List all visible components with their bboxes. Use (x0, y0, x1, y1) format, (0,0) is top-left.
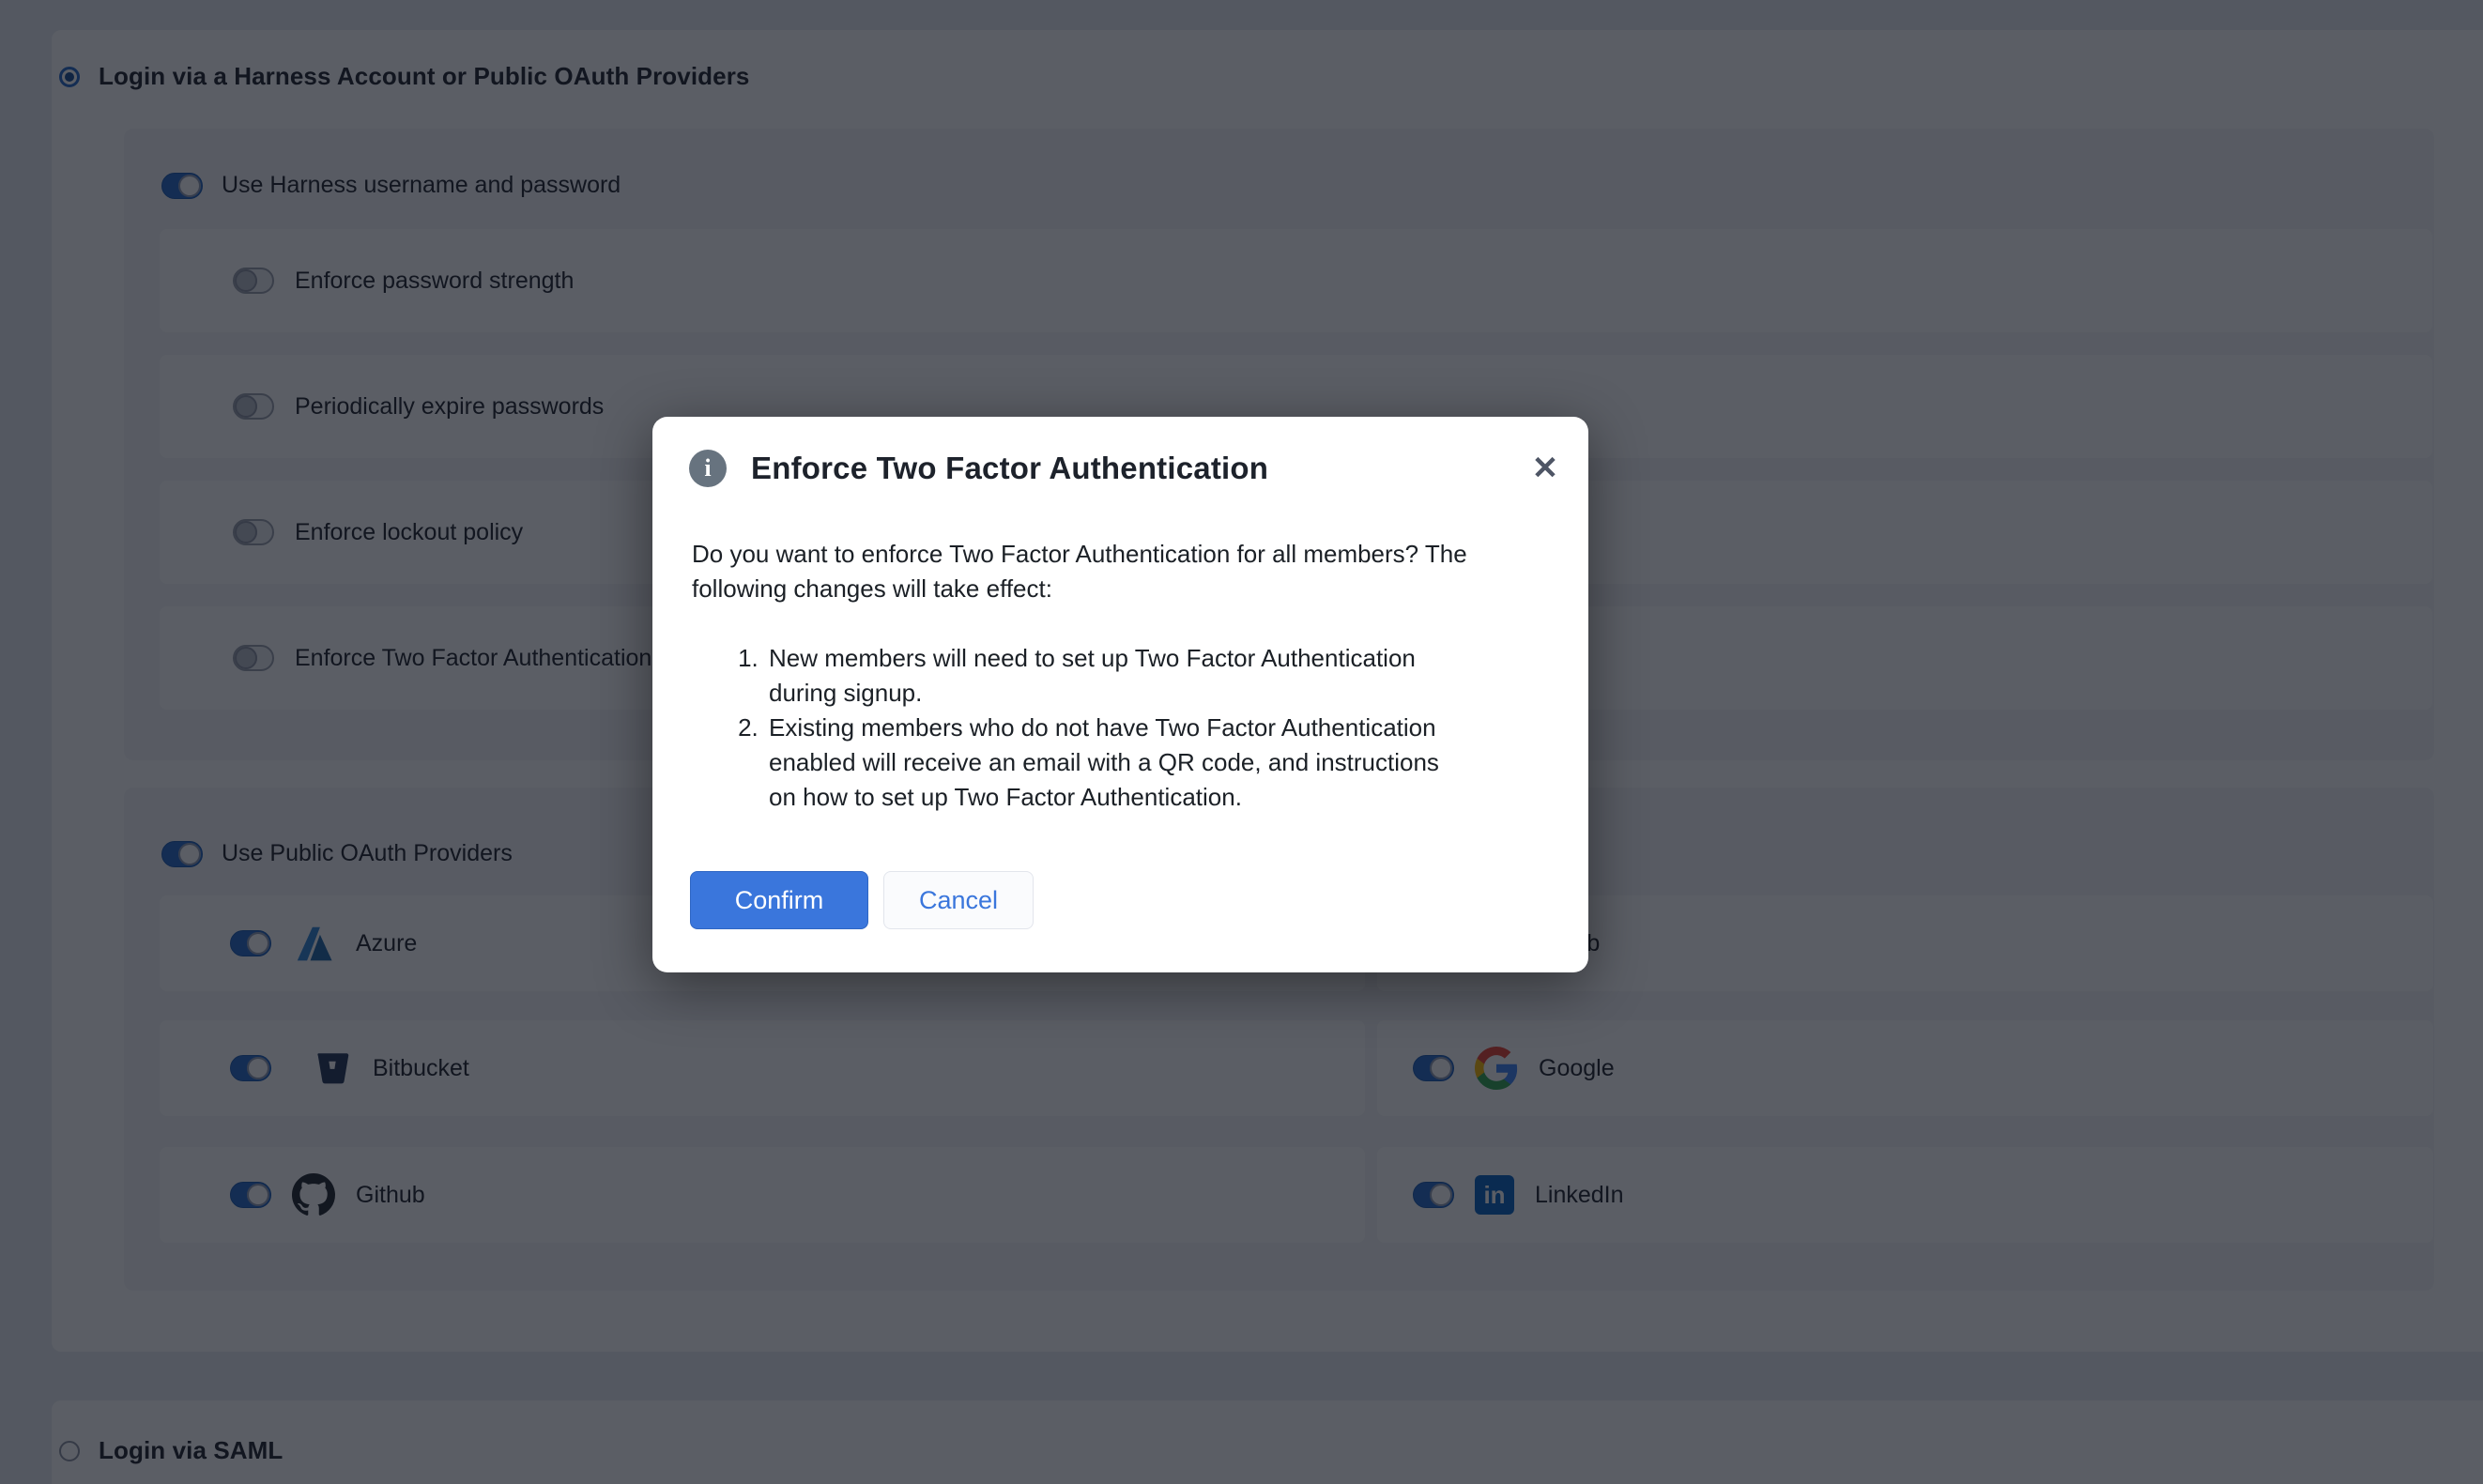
modal-list-item: Existing members who do not have Two Fac… (765, 711, 1443, 815)
info-icon: i (689, 450, 727, 487)
modal-title: Enforce Two Factor Authentication (751, 451, 1268, 486)
modal-intro-text: Do you want to enforce Two Factor Authen… (692, 537, 1471, 606)
modal-list-item: New members will need to set up Two Fact… (765, 641, 1443, 711)
cancel-button[interactable]: Cancel (883, 871, 1034, 929)
modal-body: Do you want to enforce Two Factor Authen… (692, 537, 1518, 815)
enforce-2fa-modal: i Enforce Two Factor Authentication ✕ Do… (652, 417, 1588, 972)
modal-change-list: New members will need to set up Two Fact… (692, 641, 1443, 815)
modal-header: i Enforce Two Factor Authentication (689, 450, 1268, 487)
confirm-button[interactable]: Confirm (690, 871, 868, 929)
modal-actions: Confirm Cancel (690, 871, 1034, 929)
close-icon[interactable]: ✕ (1528, 451, 1562, 485)
auth-settings-page: Login via a Harness Account or Public OA… (0, 0, 2483, 1484)
